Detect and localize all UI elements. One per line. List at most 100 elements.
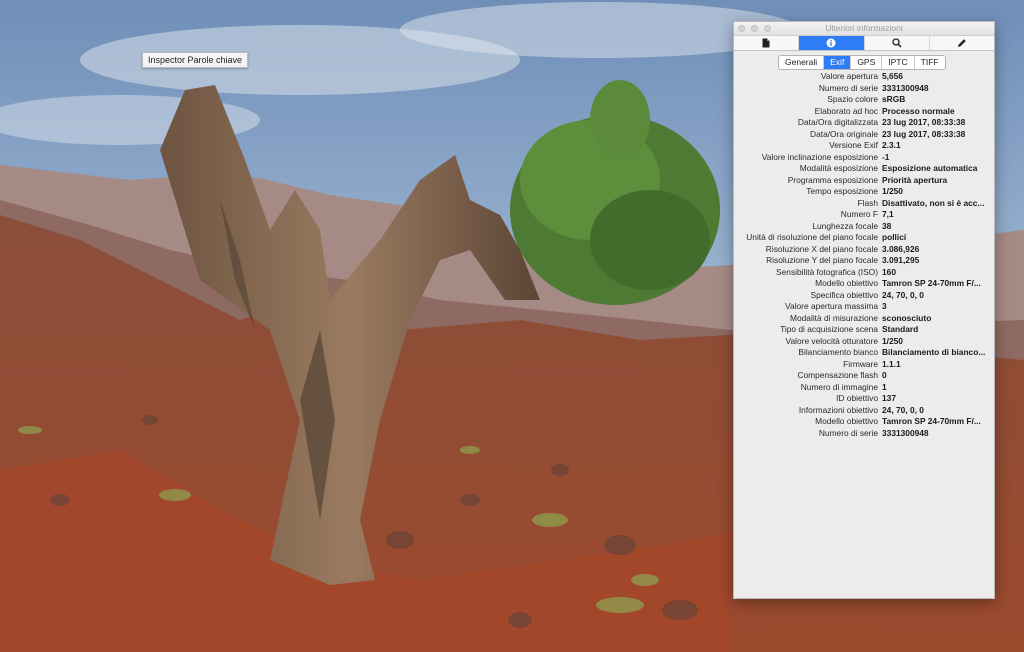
exif-value[interactable]: 1: [882, 382, 992, 394]
exif-row: Versione Exif 2.3.1: [734, 140, 994, 152]
exif-label: Data/Ora digitalizzata: [797, 117, 878, 127]
exif-row: Numero di serie 3331300948: [734, 83, 994, 95]
segment-generali[interactable]: Generali: [779, 56, 825, 69]
exif-value[interactable]: 3331300948: [882, 83, 992, 95]
exif-row: Modalità esposizione Esposizione automati…: [734, 163, 994, 175]
segment-iptc[interactable]: IPTC: [882, 56, 915, 69]
exif-value[interactable]: 7,1: [882, 209, 992, 221]
exif-value[interactable]: sRGB: [882, 94, 992, 106]
exif-label: ID obiettivo: [836, 393, 878, 403]
exif-row: Numero di immagine 1: [734, 382, 994, 394]
exif-row: ID obiettivo 137: [734, 393, 994, 405]
exif-label: Unità di risoluzione del piano focale: [746, 232, 878, 242]
exif-label: Specifica obiettivo: [810, 289, 878, 300]
exif-value[interactable]: Tamron SP 24-70mm F/...: [882, 416, 992, 428]
exif-label: Spazio colore: [827, 94, 878, 104]
exif-value[interactable]: Bilanciamento di bianco...: [882, 347, 992, 359]
exif-label: Bilanciamento bianco: [798, 347, 878, 357]
exif-label: Lunghezza focale: [812, 220, 878, 231]
exif-row: Tempo esposizione 1/250: [734, 186, 994, 198]
exif-label: Risoluzione Y del piano focale: [766, 255, 878, 265]
segment-exif[interactable]: Exif: [824, 56, 852, 69]
exif-label: Valore velocità otturatore: [785, 335, 878, 346]
exif-label: Risoluzione X del piano focale: [765, 243, 878, 254]
exif-row: Lunghezza focale 38: [734, 221, 994, 233]
exif-row: Data/Ora originale 23 lug 2017, 08:33:38: [734, 129, 994, 141]
exif-value[interactable]: Standard: [882, 324, 992, 336]
exif-row: Risoluzione X del piano focale 3.086,926: [734, 244, 994, 256]
exif-row: Flash Disattivato, non si è acc...: [734, 198, 994, 210]
title-bar[interactable]: Ulteriori informazioni: [734, 22, 994, 35]
exif-label: Numero di serie: [818, 82, 878, 93]
exif-value[interactable]: Disattivato, non si è acc...: [882, 198, 992, 210]
exif-value[interactable]: 160: [882, 267, 992, 279]
exif-label: Compensazione flash: [797, 370, 878, 380]
exif-label: Numero F: [840, 209, 878, 219]
exif-row: Valore apertura 5,656: [734, 71, 994, 83]
tab-document[interactable]: [734, 36, 800, 50]
exif-value[interactable]: 2.3.1: [882, 140, 992, 152]
segment-gps[interactable]: GPS: [851, 56, 883, 69]
exif-row: Firmware 1.1.1: [734, 359, 994, 371]
exif-label: Versione Exif: [829, 140, 878, 150]
exif-row: Tipo di acquisizione scena Standard: [734, 324, 994, 336]
exif-value[interactable]: 137: [882, 393, 992, 405]
segment-tiff[interactable]: TIFF: [915, 56, 945, 69]
exif-label: Programma esposizione: [787, 174, 878, 185]
exif-row: Unità di risoluzione del piano focale pol…: [734, 232, 994, 244]
pencil-icon: [957, 39, 966, 47]
exif-row: Informazioni obiettivo 24, 70, 0, 0: [734, 405, 994, 417]
exif-value[interactable]: 1/250: [882, 336, 992, 348]
exif-value[interactable]: 0: [882, 370, 992, 382]
exif-label: Numero di immagine: [800, 381, 878, 392]
tab-edit[interactable]: [930, 36, 994, 50]
exif-row: Programma esposizione Priorità apertura: [734, 175, 994, 187]
exif-value[interactable]: 1/250: [882, 186, 992, 198]
exif-value[interactable]: 3.091,295: [882, 255, 992, 267]
search-icon: [891, 38, 902, 48]
exif-value[interactable]: 3: [882, 301, 992, 313]
exif-row: Numero di serie 3331300948: [734, 428, 994, 440]
exif-value[interactable]: sconosciuto: [882, 313, 992, 325]
exif-row: Risoluzione Y del piano focale 3.091,295: [734, 255, 994, 267]
exif-label: Firmware: [843, 358, 878, 369]
exif-value[interactable]: pollici: [882, 232, 992, 244]
exif-value[interactable]: 5,656: [882, 71, 992, 83]
exif-label: Modalità esposizione: [799, 163, 878, 173]
exif-value[interactable]: 23 lug 2017, 08:33:38: [882, 129, 992, 141]
exif-label: Modalità di misurazione: [790, 312, 878, 323]
exif-value[interactable]: 24, 70, 0, 0: [882, 405, 992, 417]
exif-row: Specifica obiettivo 24, 70, 0, 0: [734, 290, 994, 302]
inspector-panel: Ulteriori informazioni Generali Exif GPS…: [733, 21, 995, 599]
exif-value[interactable]: 24, 70, 0, 0: [882, 290, 992, 302]
info-icon: [826, 38, 836, 48]
exif-value[interactable]: Tamron SP 24-70mm F/...: [882, 278, 992, 290]
exif-value[interactable]: Priorità apertura: [882, 175, 992, 187]
exif-value[interactable]: Processo normale: [882, 106, 992, 118]
exif-value[interactable]: 38: [882, 221, 992, 233]
exif-row: Valore inclinazione esposizione -1: [734, 152, 994, 164]
exif-label: Numero di serie: [818, 427, 878, 438]
exif-label: Modello obiettivo: [815, 416, 878, 426]
exif-label: Valore apertura massima: [785, 301, 878, 311]
exif-value[interactable]: 1.1.1: [882, 359, 992, 371]
exif-label: Informazioni obiettivo: [798, 404, 878, 415]
exif-value[interactable]: -1: [882, 152, 992, 164]
exif-table: Valore apertura 5,656 Numero di serie 33313…: [734, 71, 994, 439]
exif-label: Valore apertura: [820, 71, 878, 81]
exif-row: Compensazione flash 0: [734, 370, 994, 382]
exif-row: Sensibilità fotografica (ISO) 160: [734, 267, 994, 279]
exif-label: Data/Ora originale: [810, 128, 878, 139]
exif-value[interactable]: 3.086,926: [882, 244, 992, 256]
exif-row: Elaborato ad hoc Processo normale: [734, 106, 994, 118]
exif-label: Modello obiettivo: [815, 278, 878, 288]
segmented-control: Generali Exif GPS IPTC TIFF: [778, 55, 946, 70]
exif-row: Numero F 7,1: [734, 209, 994, 221]
tab-info[interactable]: [799, 36, 865, 50]
exif-value[interactable]: 3331300948: [882, 428, 992, 440]
exif-value[interactable]: 23 lug 2017, 08:33:38: [882, 117, 992, 129]
exif-label: Tempo esposizione: [806, 186, 878, 196]
exif-row: Modello obiettivo Tamron SP 24-70mm F/...: [734, 278, 994, 290]
exif-value[interactable]: Esposizione automatica: [882, 163, 992, 175]
tab-search[interactable]: [865, 36, 930, 50]
